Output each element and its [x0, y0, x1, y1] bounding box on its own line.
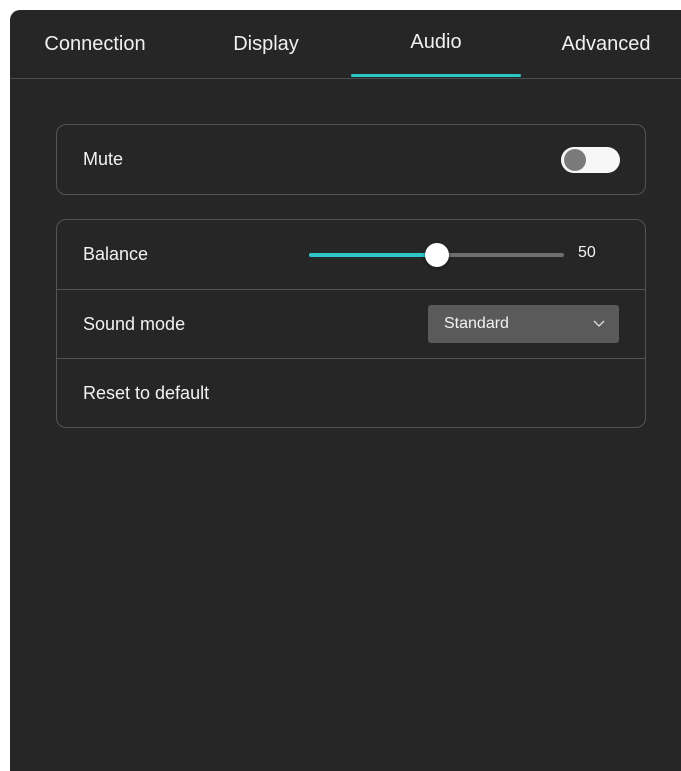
settings-window: Connection Display Audio Advanced Mute B…	[10, 10, 681, 771]
tab-advanced[interactable]: Advanced	[521, 10, 681, 78]
sound-mode-selected-value: Standard	[444, 315, 509, 332]
balance-label: Balance	[83, 244, 149, 264]
tab-display[interactable]: Display	[180, 10, 352, 78]
reset-to-default-label: Reset to default	[83, 382, 210, 403]
balance-row: Balance 50	[57, 220, 645, 289]
balance-slider-thumb[interactable]	[424, 243, 449, 267]
audio-settings-card: Balance 50 Sound mode Standard Reset to …	[56, 219, 646, 428]
mute-toggle-knob	[564, 149, 586, 171]
sound-mode-select[interactable]: Standard	[428, 305, 619, 343]
mute-card: Mute	[56, 124, 646, 195]
mute-label: Mute	[83, 149, 124, 169]
active-tab-indicator	[351, 74, 521, 77]
tab-bar: Connection Display Audio Advanced	[10, 10, 681, 79]
sound-mode-row: Sound mode Standard	[57, 289, 645, 358]
balance-slider[interactable]	[309, 243, 564, 267]
balance-value: 50	[578, 244, 596, 261]
tab-audio[interactable]: Audio	[351, 10, 521, 78]
sound-mode-label: Sound mode	[83, 313, 186, 334]
reset-row[interactable]: Reset to default	[57, 358, 645, 427]
tab-connection[interactable]: Connection	[18, 10, 172, 78]
mute-toggle[interactable]	[561, 147, 620, 173]
balance-slider-fill	[309, 253, 437, 257]
chevron-down-icon	[593, 320, 605, 327]
mute-row: Mute	[57, 125, 645, 194]
